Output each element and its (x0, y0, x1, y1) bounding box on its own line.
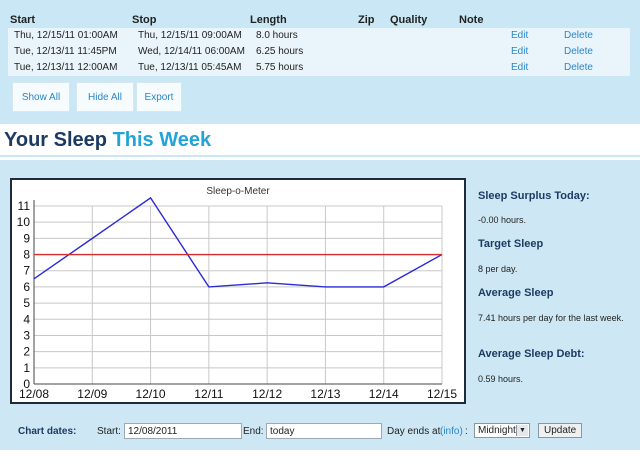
y-tick-label: 5 (23, 296, 30, 310)
show-all-button[interactable]: Show All (12, 82, 70, 112)
sleep-hours-line (33, 196, 443, 288)
end-label: End: (243, 426, 264, 437)
sleep-chart: Sleep-o-Meter0123456789101112/08 12/09 12/… (17, 186, 458, 401)
y-tick-label: 10 (17, 215, 31, 229)
cell-stop: Thu, 12/15/11 09:00AM (138, 30, 242, 41)
x-tick-label: 12/13 (310, 387, 340, 401)
info-link[interactable]: (info) (440, 426, 463, 437)
chart-title: Sleep-o-Meter (206, 186, 270, 197)
y-tick-label: 7 (23, 264, 30, 278)
surplus-value: -0.00 hours. (478, 215, 527, 225)
y-tick-label: 4 (23, 312, 30, 326)
x-tick-label: 12/09 (77, 387, 107, 401)
y-tick-label: 8 (23, 248, 30, 262)
end-date-input[interactable] (266, 423, 382, 439)
delete-link[interactable]: Delete (564, 46, 593, 57)
y-tick-label: 2 (23, 345, 30, 359)
target-sleep-label: Target Sleep (478, 238, 544, 250)
table-row: Tue, 12/13/11 12:00AM Tue, 12/13/11 05:4… (8, 60, 630, 76)
chart-dates-label: Chart dates: (18, 426, 77, 437)
cell-stop: Tue, 12/13/11 05:45AM (138, 62, 242, 73)
y-tick-label: 9 (23, 231, 30, 245)
delete-link[interactable]: Delete (564, 62, 593, 73)
header-length: Length (250, 14, 287, 26)
day-end-select[interactable]: Midnight ▼ (474, 423, 530, 438)
update-button[interactable]: Update (538, 423, 583, 438)
y-tick-label: 3 (23, 328, 30, 342)
y-tick-label: 11 (18, 199, 31, 213)
header-quality: Quality (390, 14, 428, 26)
chevron-down-icon[interactable]: ▼ (516, 425, 528, 436)
export-button[interactable]: Export (136, 82, 182, 112)
chart-dates-form: Chart dates: Start: End: Day ends at (in… (0, 416, 640, 450)
average-sleep-label: Average Sleep (478, 287, 554, 299)
sleep-debt-label: Average Sleep Debt: (478, 348, 585, 360)
edit-link[interactable]: Edit (511, 30, 528, 41)
target-sleep-value: 8 per day. (478, 264, 518, 274)
start-date-input[interactable] (124, 423, 242, 439)
day-ends-colon: : (465, 426, 468, 437)
start-label: Start: (97, 426, 121, 437)
table-row: Tue, 12/13/11 11:45PM Wed, 12/14/11 06:0… (8, 44, 630, 60)
x-tick-label: 12/12 (252, 387, 282, 401)
sleep-debt-value: 0.59 hours. (478, 374, 524, 384)
x-tick-label: 12/15 (427, 387, 457, 401)
edit-link[interactable]: Edit (511, 46, 528, 57)
cell-length: 6.25 hours (256, 46, 304, 57)
hide-all-button[interactable]: Hide All (76, 82, 134, 112)
x-tick-label: 12/11 (194, 387, 223, 401)
cell-length: 8.0 hours (256, 30, 298, 41)
table-row: Thu, 12/15/11 01:00AM Thu, 12/15/11 09:0… (8, 28, 630, 44)
x-tick-label: 12/08 (19, 387, 49, 401)
cell-length: 5.75 hours (256, 62, 304, 73)
edit-link[interactable]: Edit (511, 62, 528, 73)
title-part-2: This Week (112, 129, 212, 151)
sleep-records-panel: Start Stop Length Zip Quality Note Thu, … (0, 0, 640, 120)
y-tick-label: 6 (23, 280, 30, 294)
x-tick-label: 12/14 (369, 387, 399, 401)
section-heading-band: Your Sleep This Week (0, 124, 640, 160)
average-sleep-value: 7.41 hours per day for the last week. (478, 313, 624, 323)
delete-link[interactable]: Delete (564, 30, 593, 41)
header-start: Start (10, 14, 36, 26)
surplus-label: Sleep Surplus Today: (478, 190, 590, 202)
page-title: Your Sleep This Week (4, 129, 211, 152)
footer-strip (0, 450, 640, 465)
day-end-select-value: Midnight (478, 425, 516, 436)
day-ends-label: Day ends at (387, 426, 441, 437)
cell-start: Tue, 12/13/11 12:00AM (14, 62, 118, 73)
sleep-chart-frame: Sleep-o-Meter 0 1 2 3 4 5 6 7 8 9 10 11 12/08 12/09 12/… (10, 178, 466, 404)
y-tick-label: 1 (23, 361, 30, 375)
cell-start: Thu, 12/15/11 01:00AM (14, 30, 118, 41)
x-tick-label: 12/10 (136, 387, 166, 401)
header-note: Note (459, 14, 484, 26)
header-stop: Stop (132, 14, 157, 26)
title-part-1: Your Sleep (4, 129, 107, 151)
header-zip: Zip (358, 14, 375, 26)
heading-divider (0, 155, 640, 157)
cell-start: Tue, 12/13/11 11:45PM (14, 46, 117, 57)
cell-stop: Wed, 12/14/11 06:00AM (138, 46, 245, 57)
